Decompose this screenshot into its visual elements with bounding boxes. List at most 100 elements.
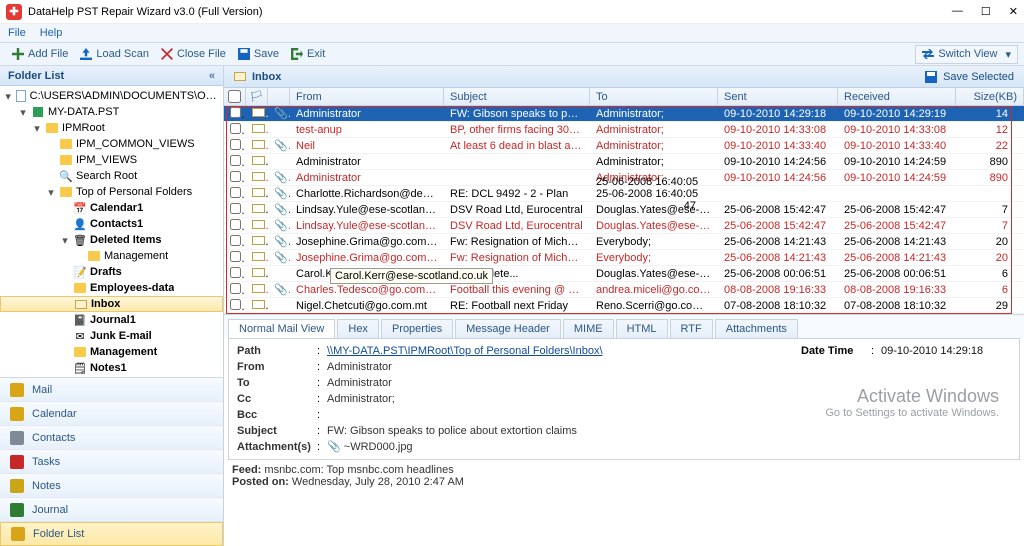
inbox-header: Inbox Save Selected	[224, 66, 1024, 88]
menu-help[interactable]: Help	[40, 27, 63, 39]
tree-item[interactable]: ▾IPMRoot	[0, 120, 223, 136]
tab-mime[interactable]: MIME	[563, 319, 614, 338]
tab-message-header[interactable]: Message Header	[455, 319, 561, 338]
tree-item[interactable]: Management	[0, 248, 223, 264]
col-flag[interactable]: 🏳	[246, 88, 268, 105]
nav-item-calendar[interactable]: Calendar	[0, 402, 223, 426]
message-row[interactable]: 📎Lindsay.Yule@ese-scotland.c...DSV Road …	[224, 202, 1024, 218]
row-checkbox[interactable]	[230, 171, 241, 182]
feed-footer: Feed: msnbc.com: Top msnbc.com headlines…	[224, 460, 1024, 492]
col-subject[interactable]: Subject	[444, 88, 590, 105]
column-headers[interactable]: 🏳 From Subject To Sent Received Size(KB)	[224, 88, 1024, 106]
row-checkbox[interactable]	[230, 139, 241, 150]
nav-item-notes[interactable]: Notes	[0, 474, 223, 498]
message-row[interactable]: 📎AdministratorFW: Gibson speaks to polic…	[224, 106, 1024, 122]
nav-item-folder-list[interactable]: Folder List	[0, 522, 223, 546]
path-value[interactable]: \\MY-DATA.PST\IPMRoot\Top of Personal Fo…	[327, 343, 801, 359]
close-file-button[interactable]: Close File	[155, 46, 232, 62]
col-sent[interactable]: Sent	[718, 88, 838, 105]
tab-attachments[interactable]: Attachments	[715, 319, 798, 338]
message-row[interactable]: 📎Lindsay.Yule@ese-scotland.c...DSV Road …	[224, 218, 1024, 234]
switch-view-button[interactable]: Switch View▾	[915, 45, 1018, 64]
message-row[interactable]: Carol.Kerr@es49 - Tradete...Douglas.Yate…	[224, 266, 1024, 282]
exit-button[interactable]: Exit	[285, 46, 331, 62]
row-checkbox[interactable]	[230, 283, 241, 294]
select-all-checkbox[interactable]	[228, 90, 241, 103]
attachment-icon: 📎	[274, 188, 290, 200]
message-row[interactable]: 📎Josephine.Grima@go.com.mtFw: Resignatio…	[224, 250, 1024, 266]
col-attachment[interactable]	[268, 88, 290, 105]
row-checkbox[interactable]	[230, 107, 241, 118]
tree-item[interactable]: Management	[0, 344, 223, 360]
message-row[interactable]: 📎NeilAt least 6 dead in blast at Ch...Ad…	[224, 138, 1024, 154]
message-row[interactable]: 📎Charlotte.Richardson@dexio...RE: DCL 94…	[224, 186, 1024, 202]
row-checkbox[interactable]	[230, 251, 241, 262]
save-selected-button[interactable]: Save Selected	[925, 71, 1014, 83]
right-pane: Inbox Save Selected 🏳 From Subject To Se…	[224, 66, 1024, 546]
nav-item-journal[interactable]: Journal	[0, 498, 223, 522]
row-checkbox[interactable]	[230, 203, 241, 214]
attachment-icon: 📎	[274, 108, 290, 120]
message-row[interactable]: AdministratorAdministrator;09-10-2010 14…	[224, 154, 1024, 170]
col-from[interactable]: From	[290, 88, 444, 105]
toolbar: Add File Load Scan Close File Save Exit …	[0, 42, 1024, 66]
tab-rtf[interactable]: RTF	[670, 319, 713, 338]
attachment-icon: 📎	[274, 140, 290, 152]
close-button[interactable]: ✕	[1009, 5, 1018, 18]
row-checkbox[interactable]	[230, 123, 241, 134]
folder-tree[interactable]: ▾C:\USERS\ADMIN\DOCUMENTS\OUTLOOK F▾MY-D…	[0, 86, 223, 377]
col-received[interactable]: Received	[838, 88, 956, 105]
nav-item-contacts[interactable]: Contacts	[0, 426, 223, 450]
minimize-button[interactable]: —	[952, 5, 963, 18]
load-scan-button[interactable]: Load Scan	[74, 46, 155, 62]
save-button[interactable]: Save	[232, 46, 285, 62]
message-row[interactable]: 📎Josephine.Grima@go.com.mtFw: Resignatio…	[224, 234, 1024, 250]
nav-item-mail[interactable]: Mail	[0, 378, 223, 402]
left-pane: Folder List« ▾C:\USERS\ADMIN\DOCUMENTS\O…	[0, 66, 224, 546]
tree-item[interactable]: ▾🗑Deleted Items	[0, 232, 223, 248]
tree-item[interactable]: IPM_VIEWS	[0, 152, 223, 168]
menubar: File Help	[0, 24, 1024, 42]
tree-item[interactable]: 📝Drafts	[0, 264, 223, 280]
row-checkbox[interactable]	[230, 155, 241, 166]
maximize-button[interactable]: ☐	[981, 5, 991, 18]
tab-hex[interactable]: Hex	[337, 319, 379, 338]
tree-item[interactable]: 📓Journal1	[0, 312, 223, 328]
row-checkbox[interactable]	[230, 299, 241, 310]
row-checkbox[interactable]	[230, 187, 241, 198]
tree-item[interactable]: ✉Junk E-mail	[0, 328, 223, 344]
tab-normal-mail-view[interactable]: Normal Mail View	[228, 319, 335, 338]
tree-item[interactable]: IPM_COMMON_VIEWS	[0, 136, 223, 152]
detail-panel: Path:\\MY-DATA.PST\IPMRoot\Top of Person…	[228, 338, 1020, 460]
attachment-label: Attachment(s)	[237, 439, 317, 455]
row-checkbox[interactable]	[230, 267, 241, 278]
plus-icon	[12, 48, 24, 60]
menu-file[interactable]: File	[8, 27, 26, 39]
posted-value: Wednesday, July 28, 2010 2:47 AM	[292, 476, 464, 488]
col-size[interactable]: Size(KB)	[956, 88, 1024, 105]
row-checkbox[interactable]	[230, 235, 241, 246]
tab-properties[interactable]: Properties	[381, 319, 453, 338]
envelope-icon	[252, 252, 265, 261]
tab-html[interactable]: HTML	[616, 319, 668, 338]
message-row[interactable]: 📎Charles.Tedesco@go.com.mtFootball this …	[224, 282, 1024, 298]
tree-item[interactable]: 🗒Notes1	[0, 360, 223, 376]
tree-item[interactable]: Inbox	[0, 296, 223, 312]
bcc-value	[327, 407, 1011, 423]
message-grid[interactable]: 📎AdministratorFW: Gibson speaks to polic…	[224, 106, 1024, 314]
row-checkbox[interactable]	[230, 219, 241, 230]
bcc-label: Bcc	[237, 407, 317, 423]
tree-item[interactable]: 👤Contacts1	[0, 216, 223, 232]
nav-item-tasks[interactable]: Tasks	[0, 450, 223, 474]
add-file-button[interactable]: Add File	[6, 46, 74, 62]
tree-item[interactable]: ▾MY-DATA.PST	[0, 104, 223, 120]
col-to[interactable]: To	[590, 88, 718, 105]
message-row[interactable]: Nigel.Chetcuti@go.com.mtRE: Football nex…	[224, 298, 1024, 314]
tree-item[interactable]: ▾C:\USERS\ADMIN\DOCUMENTS\OUTLOOK F	[0, 88, 223, 104]
tree-item[interactable]: 🔍Search Root	[0, 168, 223, 184]
tree-item[interactable]: Employees-data	[0, 280, 223, 296]
attachment-icon: 📎	[274, 172, 290, 184]
tree-item[interactable]: 📅Calendar1	[0, 200, 223, 216]
tree-item[interactable]: ▾Top of Personal Folders	[0, 184, 223, 200]
message-row[interactable]: test-anupBP, other firms facing 300 la..…	[224, 122, 1024, 138]
